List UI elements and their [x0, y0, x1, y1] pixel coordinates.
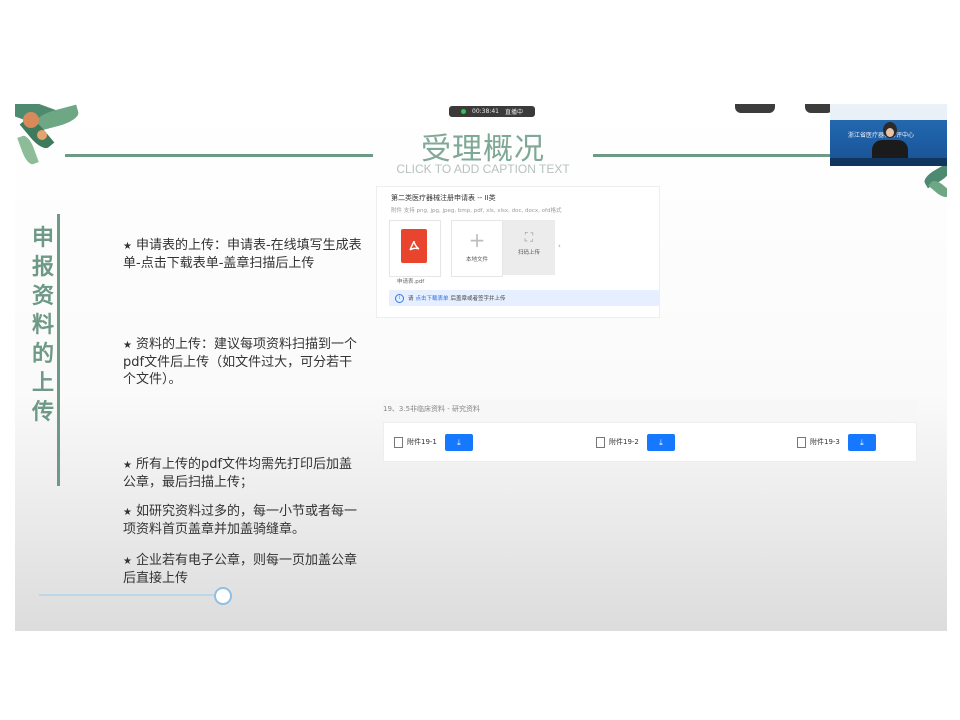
shared-screen: 00:38:41 直播中 受理概况 CLICK TO ADD CAPTION T…: [15, 104, 947, 631]
title-rule-left: [65, 154, 373, 157]
uploaded-pdf-tile[interactable]: [389, 220, 441, 277]
bullet-text: 如研究资料过多的，每一小节或者每一项资料首页盖章并加盖骑缝章。: [123, 504, 357, 537]
playback-progress-track[interactable]: [39, 594, 223, 596]
notice-suffix: 后盖章或者签字并上传: [450, 296, 506, 302]
scan-upload-label: 扫码上传: [517, 250, 540, 256]
download-button[interactable]: ⤓: [444, 433, 473, 451]
star-icon: ★: [123, 241, 132, 252]
side-heading: 申报资料的上传: [31, 226, 54, 425]
form-title: 第二类医疗器械注册申请表 -- II类: [391, 194, 496, 202]
plus-icon: +: [468, 228, 486, 252]
attachment-name: 附件19-1: [407, 438, 437, 446]
recording-dot-icon: [461, 109, 467, 114]
notice-bar: i 请 点击下载表单 后盖章或者签字并上传: [389, 290, 659, 306]
recording-time: 00:38:41: [472, 108, 499, 115]
research-attachments: 附件19-1 ⤓ 附件19-2 ⤓ 附件19-3 ⤓: [383, 422, 917, 462]
attachment-item: 附件19-2 ⤓: [596, 433, 675, 451]
presenter-banner: [830, 104, 947, 120]
presenter-org-text: 浙江省医疗器械审评中心: [848, 132, 915, 139]
document-icon: [394, 436, 403, 448]
bullet-item: ★ 如研究资料过多的，每一小节或者每一项资料首页盖章并加盖骑缝章。: [123, 503, 363, 538]
document-icon: [596, 436, 605, 448]
scan-upload-button[interactable]: ⛶ 扫码上传: [503, 220, 555, 275]
attachment-name: 附件19-2: [609, 438, 639, 446]
format-hint: 附件 支持 png, jpg, jpeg, bmp, pdf, xls, xls…: [391, 208, 562, 214]
bullet-text: 资料的上传：建议每项资料扫描到一个pdf文件后上传（如文件过大，可分若干个文件）…: [123, 337, 357, 387]
bullet-text: 企业若有电子公章，则每一页加盖公章后直接上传: [123, 553, 357, 586]
slide-subtitle: CLICK TO ADD CAPTION TEXT: [396, 162, 570, 176]
bullet-item: ★ 所有上传的pdf文件均需先打印后加盖公章，最后扫描上传；: [123, 456, 363, 491]
research-section-header: 19、3.5非临床资料 - 研究资料: [383, 400, 917, 418]
download-button[interactable]: ⤓: [847, 433, 876, 451]
info-icon: i: [395, 293, 404, 303]
research-section-title: 19、3.5非临床资料 - 研究资料: [383, 405, 481, 413]
side-heading-rule: [57, 214, 60, 486]
star-icon: ★: [123, 556, 132, 567]
bullet-item: ★ 资料的上传：建议每项资料扫描到一个pdf文件后上传（如文件过大，可分若干个文件…: [123, 336, 363, 388]
playback-progress-knob[interactable]: [214, 587, 232, 605]
bullet-item: ★ 申请表的上传：申请表-在线填写生成表单-点击下载表单-盖章扫描后上传: [123, 237, 363, 272]
chevron-left-icon[interactable]: ‹: [558, 242, 561, 250]
recording-status: 直播中: [504, 109, 523, 116]
bullet-item: ★ 企业若有电子公章，则每一页加盖公章后直接上传: [123, 552, 363, 587]
pdf-file-name: 申请表.pdf: [397, 279, 425, 285]
scan-icon: ⛶: [524, 230, 534, 244]
bullet-text: 所有上传的pdf文件均需先打印后加盖公章，最后扫描上传；: [123, 457, 353, 490]
presenter-face: [886, 128, 894, 137]
presenter-desk: [830, 158, 947, 166]
attachment-item: 附件19-1 ⤓: [394, 433, 473, 451]
local-file-label: 本地文件: [465, 257, 488, 263]
document-icon: [797, 436, 806, 448]
title-rule-right: [593, 154, 833, 157]
notice-prefix: 请: [408, 296, 414, 302]
star-icon: ★: [123, 340, 132, 351]
pdf-icon: [401, 229, 427, 263]
bullet-text: 申请表的上传：申请表-在线填写生成表单-点击下载表单-盖章扫描后上传: [123, 238, 362, 271]
recording-indicator: 00:38:41 直播中: [449, 106, 535, 117]
window-control-tab[interactable]: [805, 104, 833, 113]
star-icon: ★: [123, 507, 132, 518]
local-file-button[interactable]: + 本地文件: [451, 220, 503, 277]
application-upload-card: 第二类医疗器械注册申请表 -- II类 附件 支持 png, jpg, jpeg…: [376, 186, 660, 318]
window-control-tab[interactable]: [735, 104, 775, 113]
download-form-link[interactable]: 点击下载表单: [416, 294, 449, 302]
attachment-item: 附件19-3 ⤓: [797, 433, 876, 451]
presenter-video[interactable]: 浙江省医疗器械审评中心: [830, 104, 947, 166]
download-button[interactable]: ⤓: [646, 433, 675, 451]
star-icon: ★: [123, 460, 132, 471]
attachment-name: 附件19-3: [810, 438, 840, 446]
